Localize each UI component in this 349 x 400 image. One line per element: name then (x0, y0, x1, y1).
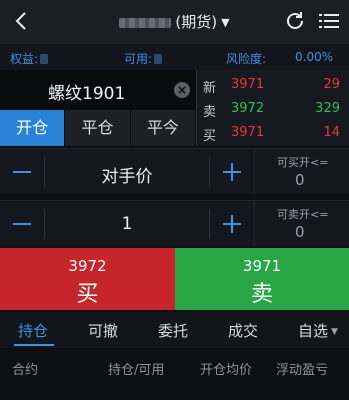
bottom-tabs: 持仓 可撤 委托 成交 自选 ▼ (0, 312, 349, 348)
title-suffix: (期货) (175, 13, 218, 31)
quote-price: 3971 (231, 125, 265, 140)
quantity-value[interactable]: 1 (44, 214, 210, 234)
quantity-stepper: 1 (0, 200, 254, 246)
can-buy-open-value: 0 (295, 171, 305, 189)
tab-watchlist[interactable]: 自选 ▼ (298, 320, 338, 341)
tab-trades[interactable]: 成交 (228, 320, 258, 341)
refresh-button[interactable] (283, 9, 307, 33)
buy-price: 3972 (68, 257, 107, 275)
qty-increase-button[interactable] (210, 201, 254, 247)
masked-equity-value (40, 54, 49, 64)
clear-icon[interactable]: × (174, 82, 190, 98)
plus-icon (223, 163, 241, 181)
risk-label: 风险度: (226, 52, 267, 66)
col-contract: 合约 (12, 363, 39, 378)
can-buy-open: 可买开<= 0 (254, 148, 349, 194)
col-floating-pnl: 浮动盈亏 (276, 363, 329, 378)
quote-price: 3971 (231, 77, 265, 92)
tab-close-today[interactable]: 平今 (130, 110, 196, 146)
price-stepper: 对手价 (0, 148, 254, 194)
quote-volume: 14 (323, 125, 340, 140)
tab-watchlist-label: 自选 (298, 322, 329, 340)
masked-account-name (119, 17, 172, 28)
caret-down-icon: ▼ (331, 327, 338, 337)
instrument-name: 螺纹1901 (48, 84, 126, 104)
quote-volume: 329 (315, 101, 340, 116)
refresh-icon (287, 12, 303, 29)
buy-label: 买 (76, 282, 99, 307)
tab-open[interactable]: 开仓 (0, 110, 66, 146)
can-buy-open-label: 可买开<= (277, 156, 329, 169)
quote-volume: 29 (323, 77, 340, 92)
risk-value: 0.00% (295, 50, 334, 64)
available: 可用: (124, 50, 163, 67)
minus-icon (13, 223, 31, 225)
quote-row-ask: 卖 3972 329 (197, 96, 349, 120)
col-open-avg-price: 开仓均价 (200, 363, 253, 378)
plus-icon (223, 215, 241, 233)
sell-price: 3971 (242, 257, 282, 275)
top-nav-bar: (期货) ▼ (0, 0, 349, 44)
qty-decrease-button[interactable] (0, 201, 44, 247)
caret-down-icon: ▼ (221, 16, 230, 29)
quote-row-bid: 买 3971 14 (197, 120, 349, 144)
quote-price: 3972 (231, 101, 265, 116)
tab-cancelable[interactable]: 可撤 (88, 320, 118, 341)
minus-icon (13, 171, 31, 173)
menu-button[interactable] (317, 9, 341, 33)
order-type-tabs: 开仓 平仓 平今 (0, 110, 196, 146)
equity-label: 权益: (10, 52, 39, 66)
can-sell-open-label: 可卖开<= (277, 208, 329, 221)
account-summary-bar: 权益: 可用: 风险度: 0.00% (0, 44, 349, 70)
sell-button[interactable]: 3971 卖 (175, 248, 349, 310)
price-mode-value[interactable]: 对手价 (44, 162, 210, 187)
price-increase-button[interactable] (210, 149, 254, 195)
list-menu-icon (319, 14, 339, 28)
can-sell-open-value: 0 (295, 223, 305, 241)
quote-row-last: 新 3971 29 (197, 72, 349, 96)
can-sell-open: 可卖开<= 0 (254, 200, 349, 246)
buy-button[interactable]: 3972 买 (0, 248, 175, 310)
available-label: 可用: (124, 52, 153, 66)
price-decrease-button[interactable] (0, 149, 44, 195)
col-position-available: 持仓/可用 (108, 363, 165, 378)
tab-positions[interactable]: 持仓 (18, 320, 48, 341)
quote-key: 买 (203, 129, 217, 144)
active-tab-underline (14, 344, 54, 346)
masked-available-value (154, 54, 163, 64)
quote-key: 卖 (203, 105, 217, 120)
tab-close[interactable]: 平仓 (65, 110, 131, 146)
quote-key: 新 (203, 81, 217, 96)
positions-table-header: 合约 持仓/可用 开仓均价 浮动盈亏 (0, 350, 349, 400)
tab-orders[interactable]: 委托 (158, 320, 188, 341)
quote-panel: 新 3971 29 卖 3972 329 买 3971 14 (196, 70, 349, 146)
sell-label: 卖 (250, 282, 273, 307)
instrument-input[interactable]: 螺纹1901 × (0, 70, 196, 110)
equity: 权益: (10, 50, 49, 67)
